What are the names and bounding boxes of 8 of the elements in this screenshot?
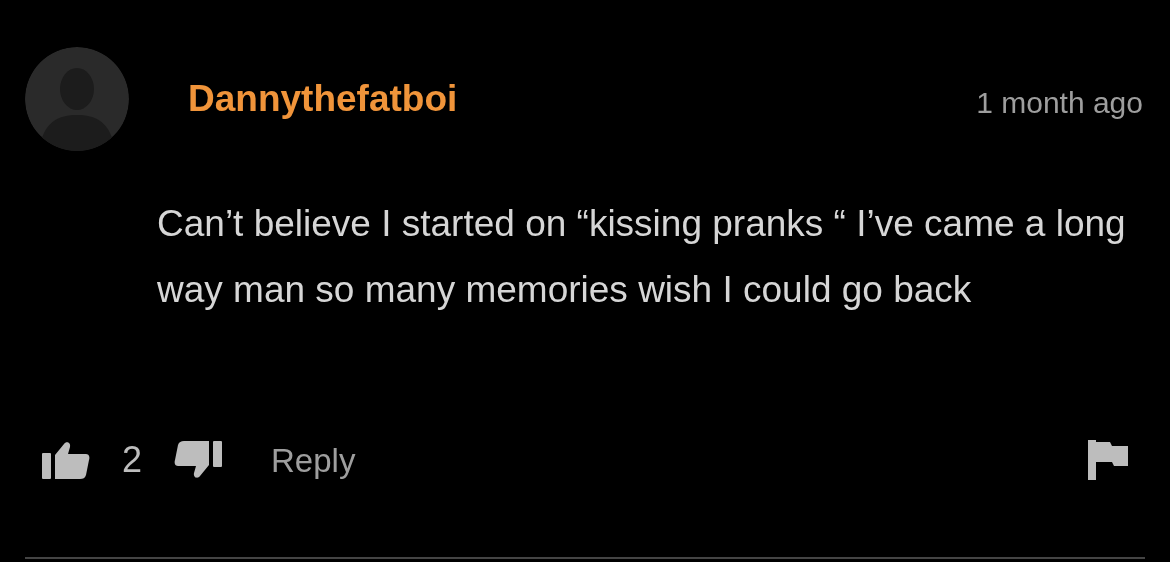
flag-icon[interactable] xyxy=(1088,440,1128,480)
reply-button[interactable]: Reply xyxy=(271,443,356,477)
timestamp: 1 month ago xyxy=(976,88,1143,118)
username[interactable]: Dannythefatboi xyxy=(188,80,458,117)
avatar-icon xyxy=(25,47,129,151)
like-count: 2 xyxy=(122,442,143,478)
thumbs-up-icon[interactable] xyxy=(42,441,90,479)
comment-text: Can’t believe I started on “kissing pranks “ I’ve came a long way man so many memories wish I could go back xyxy=(157,202,1127,312)
